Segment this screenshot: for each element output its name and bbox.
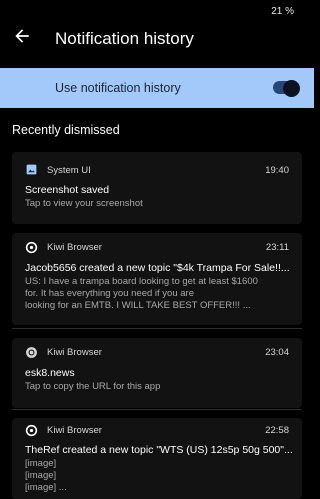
image-icon (26, 164, 37, 175)
notification-title: TheRef created a new topic "WTS (US) 12s… (25, 444, 293, 456)
notification-time: 23:04 (265, 347, 289, 358)
app-name: Kiwi Browser (47, 425, 102, 436)
app-name: Kiwi Browser (47, 242, 102, 253)
notification-text: [image] (25, 470, 57, 481)
notification-text: [image] (25, 458, 57, 469)
notification-title: esk8.news (25, 367, 75, 379)
notification-text: [image] ... (25, 482, 67, 493)
notification-time: 19:40 (265, 165, 289, 176)
section-title: Recently dismissed (12, 123, 120, 137)
divider (12, 409, 302, 410)
toggle-label: Use notification history (55, 81, 181, 95)
divider (12, 328, 302, 329)
app-name: System UI (47, 165, 91, 176)
notification-card[interactable]: System UI 19:40 Screenshot saved Tap to … (12, 152, 302, 224)
notification-card[interactable]: Kiwi Browser 23:11 Jacob5656 created a n… (12, 233, 302, 325)
status-bar: 21 % (0, 0, 314, 22)
toggle-switch-knob[interactable] (283, 80, 300, 97)
notification-card[interactable]: Kiwi Browser 22:58 TheRef created a new … (12, 418, 302, 499)
notification-card[interactable]: Kiwi Browser 23:04 esk8.news Tap to copy… (12, 338, 302, 408)
notification-text: Tap to copy the URL for this app (25, 381, 161, 392)
app-name: Kiwi Browser (47, 347, 102, 358)
kiwi-logo-icon (25, 424, 38, 437)
notification-time: 22:58 (265, 425, 289, 436)
notification-text: Tap to view your screenshot (25, 198, 143, 209)
kiwi-logo-icon (25, 241, 38, 254)
notification-title: Jacob5656 created a new topic "$4k Tramp… (25, 262, 290, 274)
back-arrow-icon[interactable] (12, 26, 32, 46)
notification-text: US: I have a trampa board looking to get… (25, 276, 258, 287)
notification-text: looking for an EMTB. I WILL TAKE BEST OF… (25, 300, 251, 311)
chrome-icon (26, 347, 37, 358)
notification-text: for. It has everything you need if you a… (25, 288, 194, 299)
battery-level: 21 % (271, 6, 294, 17)
notification-title: Screenshot saved (25, 184, 110, 196)
app-bar: Notification history (0, 22, 314, 68)
notification-history-toggle-row[interactable]: Use notification history (0, 68, 314, 108)
notification-time: 23:11 (265, 242, 289, 253)
page-title: Notification history (55, 29, 194, 48)
